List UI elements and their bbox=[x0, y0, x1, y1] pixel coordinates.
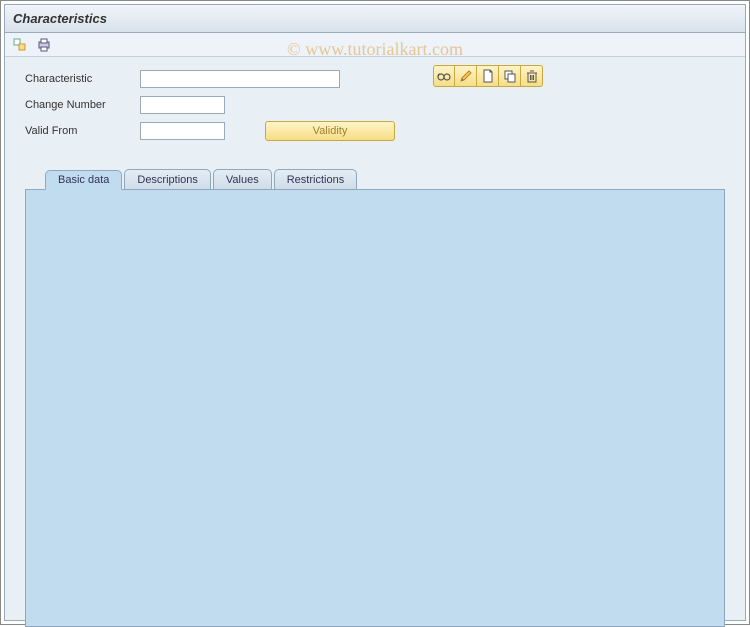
tab-label: Restrictions bbox=[287, 174, 344, 186]
tab-content-area bbox=[25, 189, 725, 627]
change-button[interactable] bbox=[455, 65, 477, 87]
copy-icon bbox=[503, 69, 517, 83]
toggle-icon[interactable] bbox=[11, 36, 29, 54]
print-preview-icon[interactable] bbox=[35, 36, 53, 54]
label-valid-from: Valid From bbox=[25, 125, 140, 137]
form-area: Characteristic Change Number Valid From … bbox=[5, 57, 745, 151]
input-change-number[interactable] bbox=[140, 96, 225, 114]
titlebar: Characteristics bbox=[5, 5, 745, 33]
display-button[interactable] bbox=[433, 65, 455, 87]
tab-label: Values bbox=[226, 174, 259, 186]
input-valid-from[interactable] bbox=[140, 122, 225, 140]
label-characteristic: Characteristic bbox=[25, 73, 140, 85]
row-valid-from: Valid From Validity bbox=[25, 119, 725, 143]
glasses-icon bbox=[437, 69, 451, 83]
tab-label: Basic data bbox=[58, 174, 109, 186]
tab-strip: Basic data Descriptions Values Restricti… bbox=[25, 169, 725, 189]
app-container: Characteristics © www.tutorialkart.com bbox=[4, 4, 746, 621]
delete-button[interactable] bbox=[521, 65, 543, 87]
pencil-icon bbox=[459, 69, 473, 83]
tab-values[interactable]: Values bbox=[213, 169, 272, 189]
tab-basic-data[interactable]: Basic data bbox=[45, 170, 122, 190]
page-title: Characteristics bbox=[13, 11, 107, 26]
input-characteristic[interactable] bbox=[140, 70, 340, 88]
copy-button[interactable] bbox=[499, 65, 521, 87]
tab-descriptions[interactable]: Descriptions bbox=[124, 169, 211, 189]
tabs-container: Basic data Descriptions Values Restricti… bbox=[25, 169, 725, 627]
row-characteristic: Characteristic bbox=[25, 67, 725, 91]
app-toolbar bbox=[5, 33, 745, 57]
window-frame: Characteristics © www.tutorialkart.com bbox=[0, 0, 750, 625]
row-change-number: Change Number bbox=[25, 93, 725, 117]
validity-button[interactable]: Validity bbox=[265, 121, 395, 141]
create-button[interactable] bbox=[477, 65, 499, 87]
trash-icon bbox=[525, 69, 539, 83]
tab-restrictions[interactable]: Restrictions bbox=[274, 169, 357, 189]
label-change-number: Change Number bbox=[25, 99, 140, 111]
action-toolbar bbox=[433, 65, 543, 87]
tab-label: Descriptions bbox=[137, 174, 198, 186]
document-icon bbox=[481, 69, 495, 83]
